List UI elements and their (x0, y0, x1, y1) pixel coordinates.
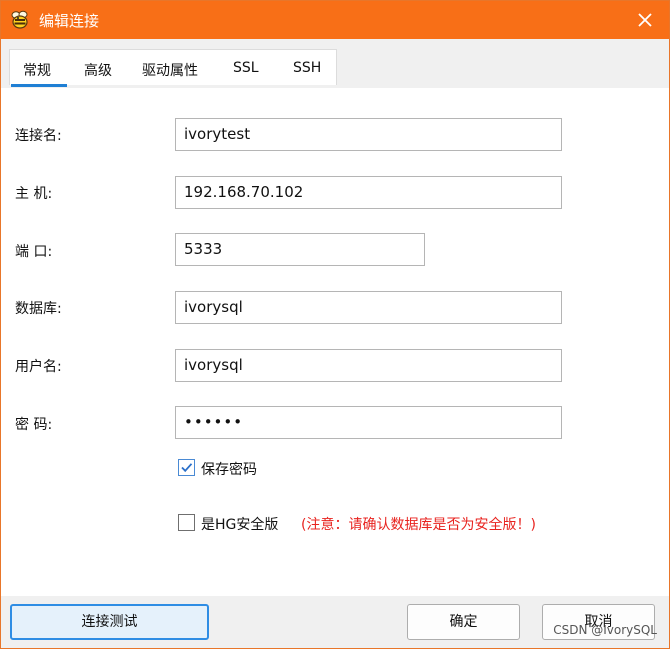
database-input[interactable]: ivorysql (175, 291, 562, 324)
hg-secure-warning: (注意：请确认数据库是否为安全版！) (301, 517, 536, 533)
test-connection-button[interactable]: 连接测试 (10, 604, 209, 640)
active-tab-indicator (11, 84, 67, 87)
tab-ssl[interactable]: SSL (233, 60, 259, 76)
watermark: CSDN @IvorySQL (553, 623, 657, 637)
password-label: 密 码: (15, 417, 53, 433)
title-bar: 编辑连接 (1, 1, 669, 39)
edit-connection-dialog: 编辑连接 常规 高级 驱动属性 SSL SSH 连接名: ivorytest 主… (0, 0, 670, 649)
tab-advanced[interactable]: 高级 (84, 60, 112, 80)
database-label: 数据库: (15, 301, 62, 317)
window-title: 编辑连接 (39, 12, 100, 30)
bee-logo-icon (9, 9, 31, 31)
save-password-label: 保存密码 (201, 462, 257, 478)
tab-general[interactable]: 常规 (23, 60, 51, 80)
ok-button[interactable]: 确定 (407, 604, 520, 640)
close-icon[interactable] (633, 8, 657, 32)
tab-driver-properties[interactable]: 驱动属性 (142, 60, 198, 80)
port-input[interactable]: 5333 (175, 233, 425, 266)
general-panel: 连接名: ivorytest 主 机: 192.168.70.102 端 口: … (1, 88, 669, 596)
host-label: 主 机: (15, 186, 53, 202)
host-input[interactable]: 192.168.70.102 (175, 176, 562, 209)
username-input[interactable]: ivorysql (175, 349, 562, 382)
save-password-checkbox[interactable] (178, 459, 195, 476)
tab-bar: 常规 高级 驱动属性 SSL SSH (1, 39, 669, 89)
checkmark-icon (181, 463, 193, 473)
port-label: 端 口: (15, 244, 53, 260)
connection-name-label: 连接名: (15, 128, 62, 144)
password-input[interactable]: •••••• (175, 406, 562, 439)
username-label: 用户名: (15, 359, 62, 375)
connection-name-input[interactable]: ivorytest (175, 118, 562, 151)
hg-secure-checkbox[interactable] (178, 514, 195, 531)
hg-secure-label: 是HG安全版 (201, 517, 279, 533)
tab-ssh[interactable]: SSH (293, 60, 321, 76)
